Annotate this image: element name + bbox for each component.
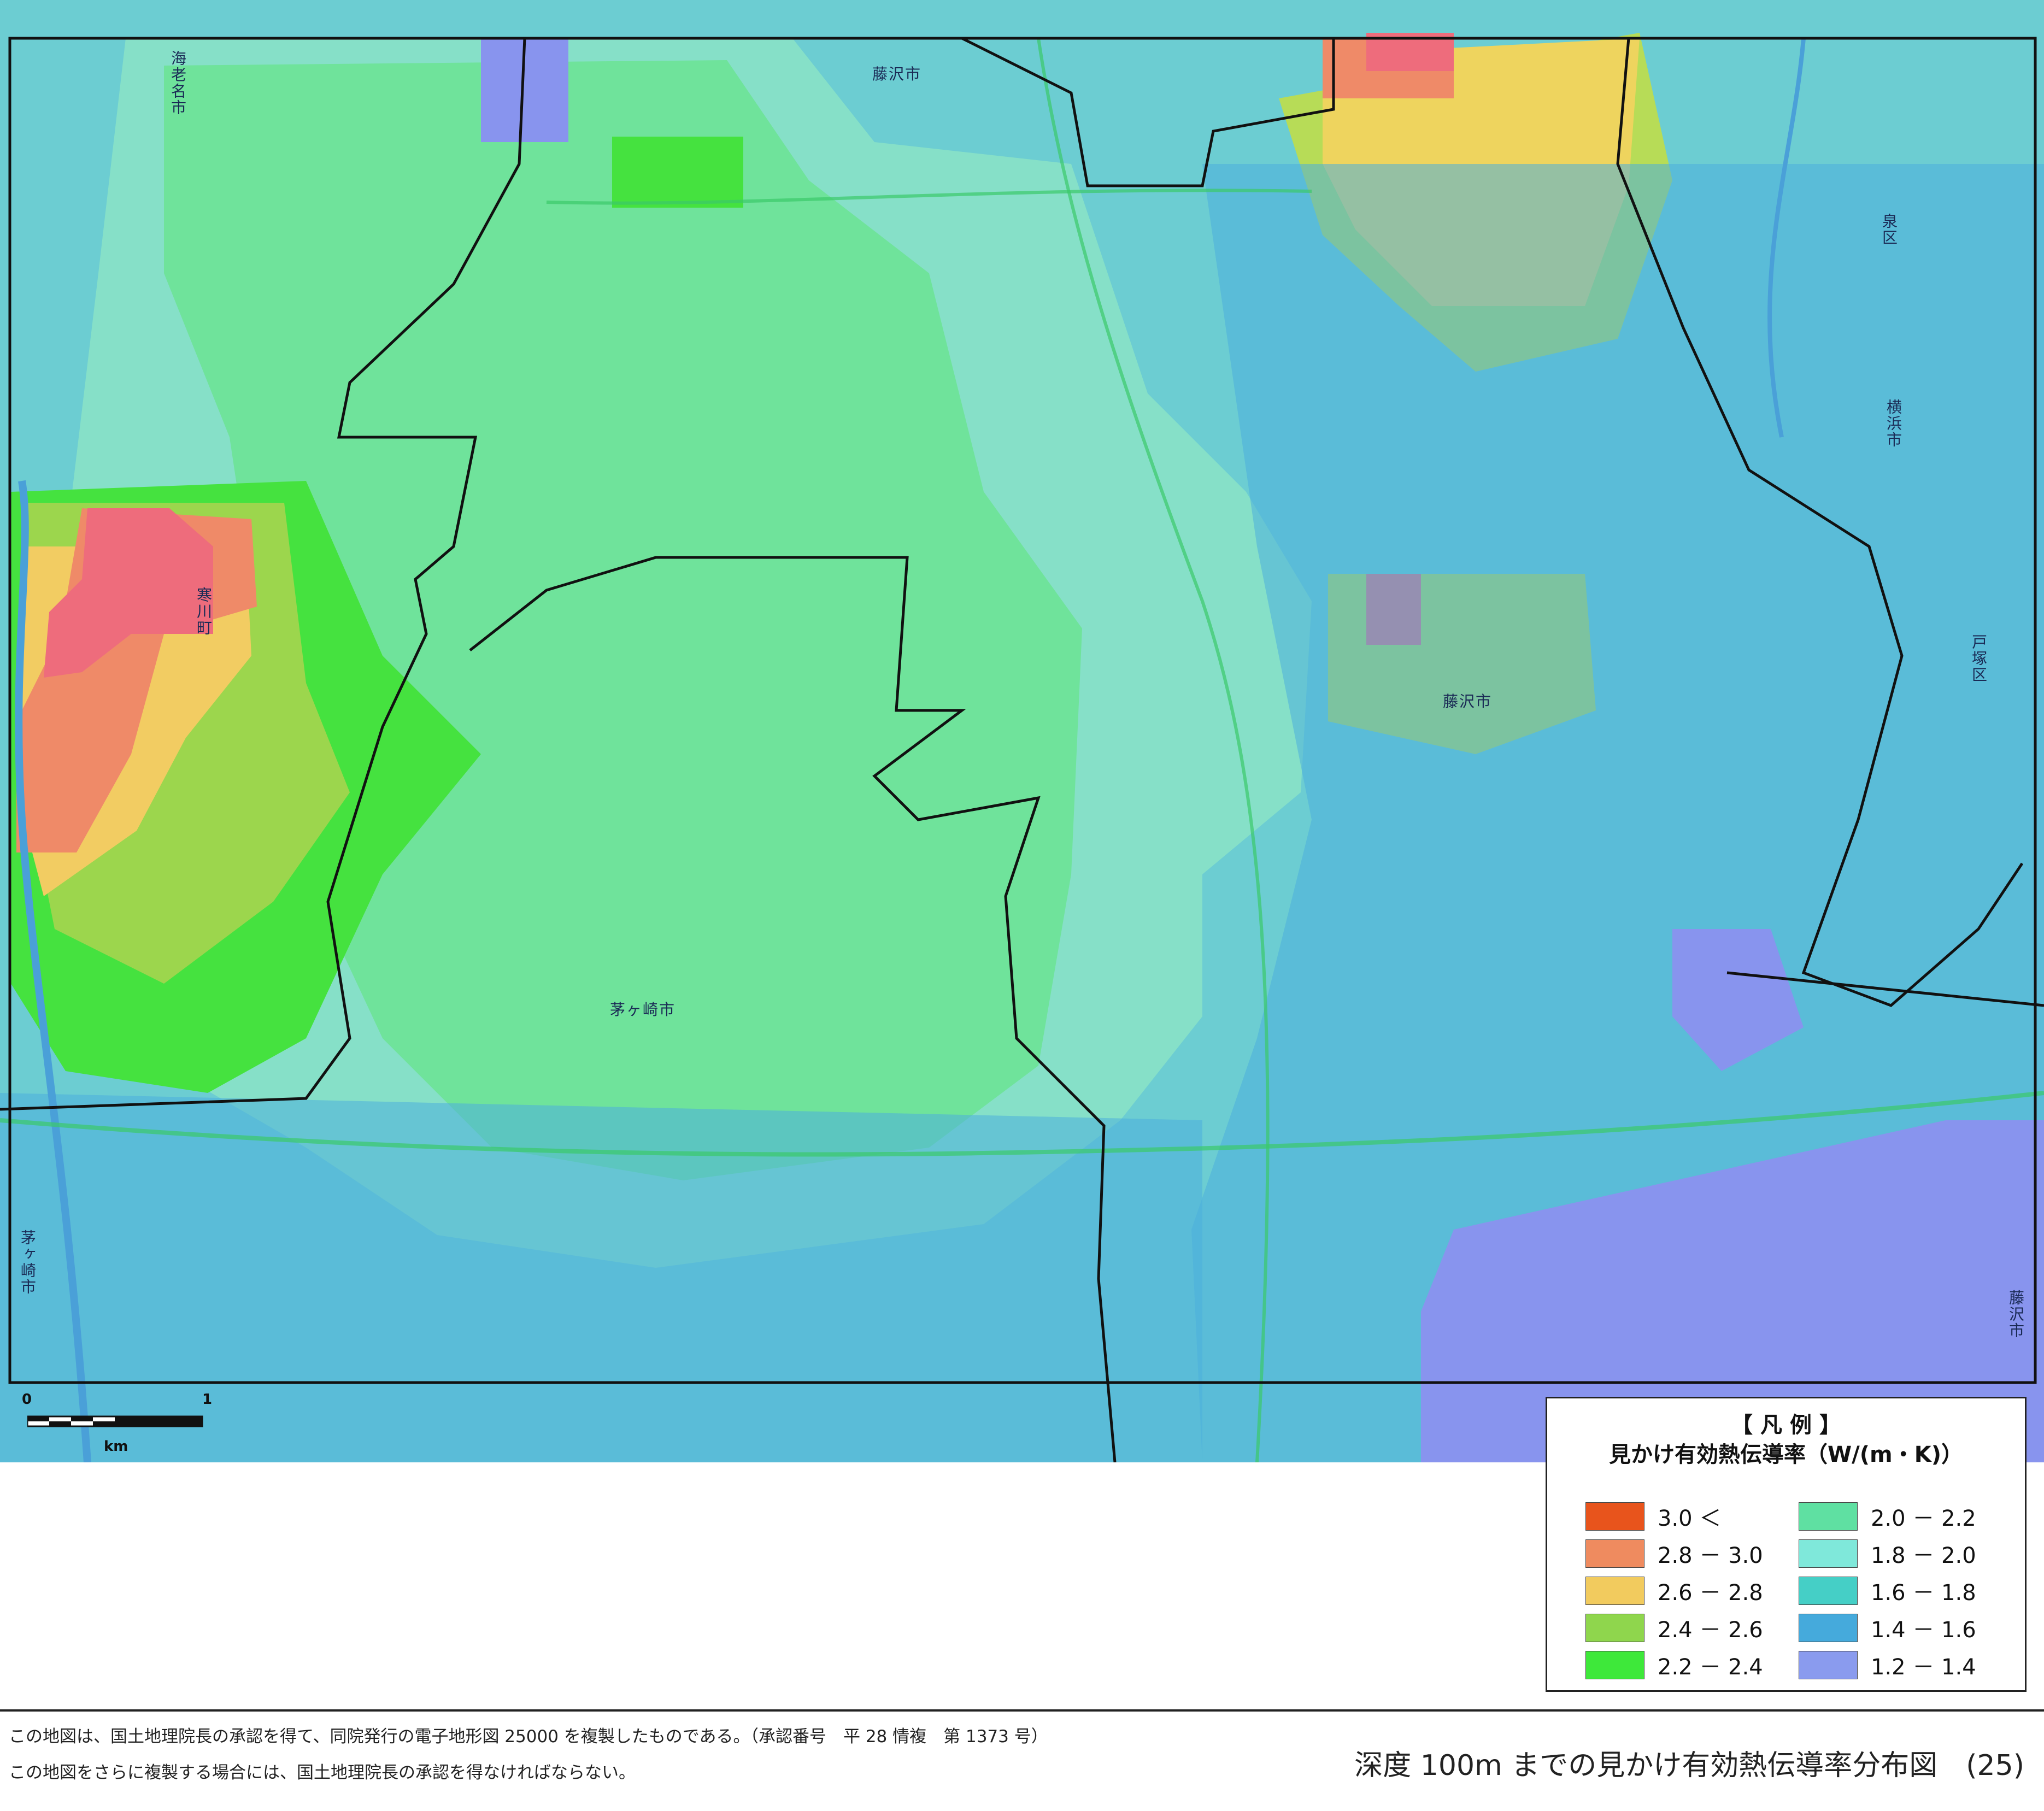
legend-item: 2.8 － 3.0 <box>1585 1539 1763 1568</box>
legend-label: 3.0 ＜ <box>1658 1506 1722 1531</box>
label-samukawa: 寒川町 <box>195 587 213 636</box>
legend-item: 2.2 － 2.4 <box>1585 1651 1763 1680</box>
legend: 【 凡 例 】 見かけ有効熱伝導率（W/(m・K)） 3.0 ＜ 2.8 － 3… <box>1546 1397 2027 1692</box>
scale-zero: 0 <box>22 1391 32 1408</box>
legend-item: 1.4 － 1.6 <box>1799 1614 1976 1643</box>
scale-unit: km <box>104 1438 128 1455</box>
label-chigasaki: 茅ヶ崎市 <box>610 1001 676 1019</box>
legend-label: 2.2 － 2.4 <box>1658 1655 1763 1680</box>
reproduction-note: この地図をさらに複製する場合には、国土地理院長の承認を得なければならない。 <box>9 1763 636 1783</box>
legend-item: 1.6 － 1.8 <box>1799 1577 1976 1606</box>
legend-swatch <box>1585 1502 1644 1531</box>
map-title: 深度 100m までの見かけ有効熱伝導率分布図 (25) <box>1354 1749 2024 1782</box>
legend-label: 2.8 － 3.0 <box>1658 1543 1763 1568</box>
legend-label: 2.0 － 2.2 <box>1871 1506 1976 1531</box>
map-area: 海老名市 藤沢市 泉区 横浜市 寒川町 藤沢市 戸塚区 茅ヶ崎市 茅ヶ崎市 藤沢… <box>0 0 2044 1462</box>
legend-swatch <box>1799 1539 1858 1568</box>
scale-one: 1 <box>202 1391 213 1408</box>
label-fujisawa-right: 藤沢市 <box>2007 1290 2025 1339</box>
legend-label: 1.4 － 1.6 <box>1871 1618 1976 1643</box>
legend-label: 2.6 － 2.8 <box>1658 1580 1763 1606</box>
label-fujisawa-top: 藤沢市 <box>872 65 922 83</box>
label-ebina: 海老名市 <box>169 50 187 116</box>
legend-heading: 【 凡 例 】 <box>1731 1413 1841 1438</box>
legend-swatch <box>1799 1651 1858 1679</box>
legend-item: 2.0 － 2.2 <box>1799 1502 1976 1531</box>
legend-swatch <box>1585 1614 1644 1642</box>
zone-2.2-2.4-north <box>612 137 743 208</box>
legend-label: 2.4 － 2.6 <box>1658 1618 1763 1643</box>
label-chigasaki-left: 茅ヶ崎市 <box>19 1230 37 1295</box>
map-sheet: 海老名市 藤沢市 泉区 横浜市 寒川町 藤沢市 戸塚区 茅ヶ崎市 茅ヶ崎市 藤沢… <box>0 0 2044 1811</box>
legend-swatch <box>1799 1577 1858 1605</box>
legend-item: 3.0 ＜ <box>1585 1502 1721 1531</box>
label-totsuka: 戸塚区 <box>1970 634 1988 683</box>
legend-item: 1.8 － 2.0 <box>1799 1539 1976 1568</box>
scale-bar-graphic <box>27 1415 203 1427</box>
legend-item: 2.4 － 2.6 <box>1585 1614 1763 1643</box>
legend-swatch <box>1799 1614 1858 1642</box>
legend-label: 1.2 － 1.4 <box>1871 1655 1976 1680</box>
legend-label: 1.6 － 1.8 <box>1871 1580 1976 1606</box>
legend-swatch <box>1585 1577 1644 1605</box>
copyright-note: この地図は、国土地理院長の承認を得て、同院発行の電子地形図 25000 を複製し… <box>9 1727 1048 1747</box>
scale-bar: 0 1 km <box>22 1391 212 1457</box>
legend-label: 1.8 － 2.0 <box>1871 1543 1976 1568</box>
label-izumi: 泉区 <box>1880 213 1898 246</box>
legend-swatch <box>1799 1502 1858 1531</box>
label-fujisawa-mid: 藤沢市 <box>1443 692 1493 710</box>
footer-divider <box>0 1709 2044 1712</box>
legend-swatch <box>1585 1539 1644 1568</box>
legend-swatch <box>1585 1651 1644 1679</box>
label-yokohama: 横浜市 <box>1884 399 1902 448</box>
legend-title: 見かけ有効熱伝導率（W/(m・K)） <box>1609 1442 1963 1467</box>
legend-item: 1.2 － 1.4 <box>1799 1651 1976 1680</box>
heat-conductivity-map <box>0 0 2044 1462</box>
legend-item: 2.6 － 2.8 <box>1585 1577 1763 1606</box>
